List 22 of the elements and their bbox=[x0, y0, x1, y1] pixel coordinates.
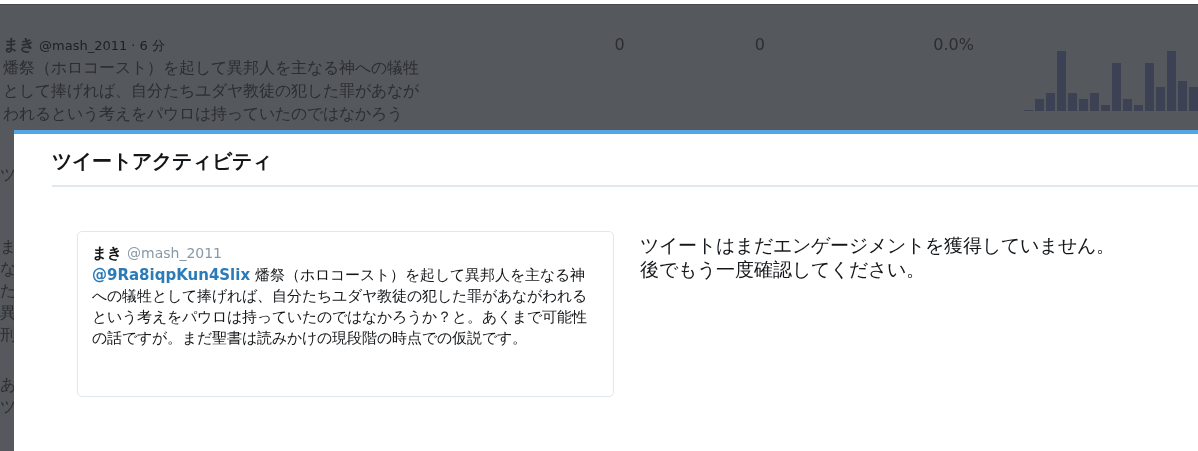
author-name: まき bbox=[92, 244, 122, 263]
tweet-time: · 6 分 bbox=[131, 37, 165, 55]
chart-bar bbox=[1046, 93, 1055, 111]
chart-bar bbox=[1057, 51, 1066, 111]
chart-bar bbox=[1178, 81, 1187, 111]
chart-bar bbox=[1156, 87, 1165, 111]
author-handle[interactable]: @mash_2011 bbox=[39, 38, 128, 53]
mention-link[interactable]: @9Ra8iqpKun4Slix bbox=[92, 266, 251, 284]
chart-bar bbox=[1145, 63, 1154, 111]
chart-bar bbox=[1167, 51, 1176, 111]
chart-bar bbox=[1090, 93, 1099, 111]
modal-title: ツイートアクティビティ bbox=[52, 148, 273, 175]
tweet-text: @9Ra8iqpKun4Slix 燔祭（ホロコースト）を起して異邦人を主なる神への犠牲として捧げれば、自分たちユダヤ教徒の犯した罪があながわれるという考えをパウロは持っていたのではなかろうか？と。あくまで可能性の話ですが。まだ聖書は読みかけの現段階の時点での仮説です。 bbox=[92, 265, 588, 349]
chart-bar bbox=[1035, 99, 1044, 111]
chart-bar bbox=[1134, 105, 1143, 111]
author-handle[interactable]: @mash_2011 bbox=[127, 245, 222, 261]
chart-bar bbox=[1112, 63, 1121, 111]
chart-bar bbox=[1079, 99, 1088, 111]
chart-bar bbox=[1068, 93, 1077, 111]
empty-message: ツイートはまだエンゲージメントを獲得していません。 後でもう一度確認してください。 bbox=[640, 233, 1115, 282]
chart-bar bbox=[1123, 99, 1132, 111]
chart-bar bbox=[1101, 105, 1110, 111]
